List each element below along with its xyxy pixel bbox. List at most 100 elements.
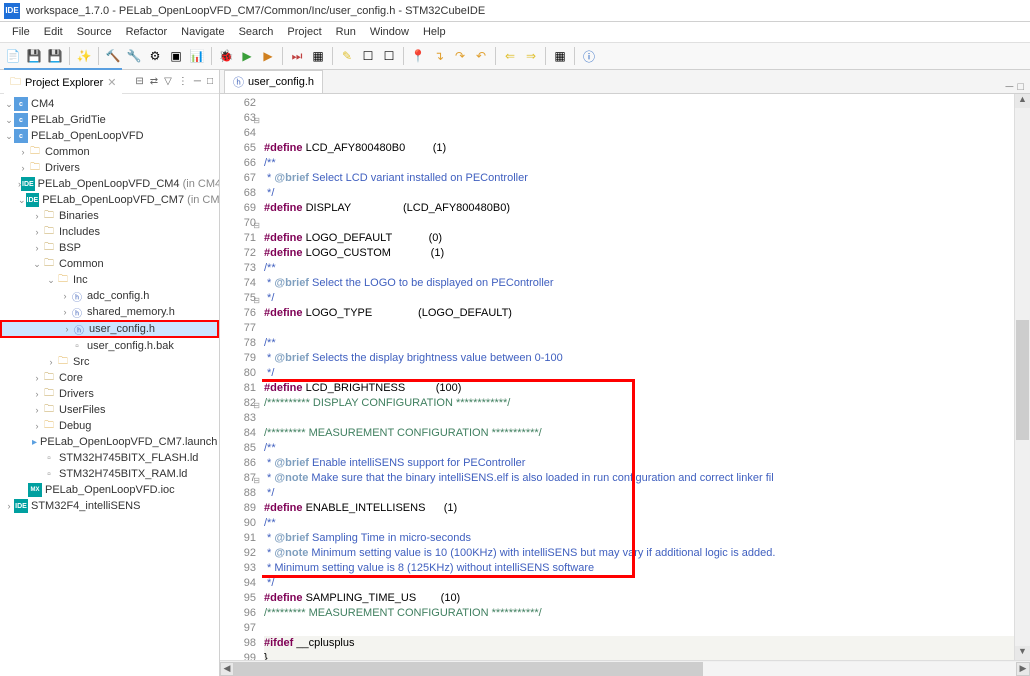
tree-item[interactable]: ▸PELab_OpenLoopVFD_CM7.launch [0, 434, 219, 450]
tree-item[interactable]: ▫STM32H745BITX_RAM.ld [0, 466, 219, 482]
toggle-icon[interactable]: ☐ [359, 47, 377, 65]
tree-twisty-icon[interactable]: ⌄ [4, 99, 14, 110]
hammer-icon[interactable]: 🔨 [104, 47, 122, 65]
tree-twisty-icon[interactable]: › [32, 421, 42, 431]
tree-item[interactable]: ›🗀Src [0, 354, 219, 370]
ext-tools-icon[interactable]: ▶ [259, 47, 277, 65]
fwd-icon[interactable]: ⇒ [522, 47, 540, 65]
scroll-thumb[interactable] [1016, 320, 1029, 440]
tree-twisty-icon[interactable]: ⌄ [4, 131, 14, 142]
tree-twisty-icon[interactable]: ⌄ [32, 259, 42, 270]
tree-item[interactable]: ›ⓗadc_config.h [0, 288, 219, 304]
editor-max-icon[interactable]: □ [1017, 81, 1024, 93]
bug-icon[interactable]: 🐞 [217, 47, 235, 65]
collapse-icon[interactable]: ⊟ [133, 76, 145, 87]
stop-icon[interactable]: ⏭ [288, 47, 306, 65]
tree-item[interactable]: ›🗀Core [0, 370, 219, 386]
toggle2-icon[interactable]: ☐ [380, 47, 398, 65]
tree-item[interactable]: ⌄🗀Common [0, 256, 219, 272]
tree-item[interactable]: ⌄cPELab_OpenLoopVFD [0, 128, 219, 144]
explorer-tab[interactable]: 🗀 Project Explorer ✕ [4, 68, 122, 95]
menu-run[interactable]: Run [330, 24, 362, 40]
menu-edit[interactable]: Edit [38, 24, 69, 40]
pin-icon[interactable]: 📍 [409, 47, 427, 65]
run-icon[interactable]: ▶ [238, 47, 256, 65]
save-icon[interactable]: 💾 [25, 47, 43, 65]
scroll-right-icon[interactable]: ▶ [1016, 662, 1030, 676]
tree-item[interactable]: MXPELab_OpenLoopVFD.ioc [0, 482, 219, 498]
tree-twisty-icon[interactable]: ⌄ [18, 195, 26, 206]
step1-icon[interactable]: ↴ [430, 47, 448, 65]
new-icon[interactable]: 📄 [4, 47, 22, 65]
chip-icon[interactable]: ▣ [167, 47, 185, 65]
tree-item[interactable]: ›🗀Includes [0, 224, 219, 240]
gear-icon[interactable]: ⚙ [146, 47, 164, 65]
tree-twisty-icon[interactable]: › [32, 405, 42, 415]
tree-twisty-icon[interactable]: › [18, 163, 28, 173]
tree-twisty-icon[interactable]: › [62, 324, 72, 334]
tree-item[interactable]: ›🗀Drivers [0, 386, 219, 402]
menu-navigate[interactable]: Navigate [175, 24, 230, 40]
tree-item[interactable]: ›🗀UserFiles [0, 402, 219, 418]
menu-source[interactable]: Source [71, 24, 118, 40]
tree-item[interactable]: ▫STM32H745BITX_FLASH.ld [0, 450, 219, 466]
menu-help[interactable]: Help [417, 24, 452, 40]
tree-twisty-icon[interactable]: › [32, 373, 42, 383]
tree-twisty-icon[interactable]: ⌄ [46, 275, 56, 286]
tree-item[interactable]: ⌄IDEPELab_OpenLoopVFD_CM7 (in CM7) [0, 192, 219, 208]
tree-item[interactable]: ›IDESTM32F4_intelliSENS [0, 498, 219, 514]
tree-twisty-icon[interactable]: › [46, 357, 56, 367]
code-area[interactable]: #define LCD_AFY800480B0 (1)/** * @brief … [262, 94, 1014, 660]
editor-tab-active[interactable]: ⓗ user_config.h [224, 70, 323, 93]
save-all-icon[interactable]: 💾 [46, 47, 64, 65]
menu-search[interactable]: Search [233, 24, 280, 40]
tree-item[interactable]: ›IDEPELab_OpenLoopVFD_CM4 (in CM4) [0, 176, 219, 192]
filter-icon[interactable]: ▽ [162, 76, 174, 87]
menu-file[interactable]: File [6, 24, 36, 40]
tree-item[interactable]: ⌄🗀Inc [0, 272, 219, 288]
tree-twisty-icon[interactable]: › [32, 211, 42, 221]
tree-item[interactable]: ›ⓗuser_config.h [0, 320, 219, 338]
line-gutter[interactable]: 6263⊟64656667686970⊟7172737475⊟767778798… [220, 94, 262, 660]
persp-icon[interactable]: ▦ [551, 47, 569, 65]
scroll-left-icon[interactable]: ◀ [220, 662, 234, 676]
hscroll-thumb[interactable] [234, 662, 703, 676]
tree-item[interactable]: ⌄cPELab_GridTie [0, 112, 219, 128]
link-icon[interactable]: ⇄ [148, 76, 160, 87]
max-icon[interactable]: □ [205, 76, 215, 87]
scroll-up-icon[interactable]: ▲ [1015, 94, 1030, 108]
tree-twisty-icon[interactable]: › [60, 307, 70, 317]
term-icon[interactable]: ▦ [309, 47, 327, 65]
close-icon[interactable]: ✕ [107, 76, 116, 89]
analyze-icon[interactable]: 📊 [188, 47, 206, 65]
min-icon[interactable]: ─ [192, 76, 203, 87]
info-icon[interactable]: ⓘ [580, 47, 598, 65]
build-icon[interactable]: 🔧 [125, 47, 143, 65]
menu-project[interactable]: Project [281, 24, 327, 40]
project-tree[interactable]: ⌄cCM4⌄cPELab_GridTie⌄cPELab_OpenLoopVFD›… [0, 94, 219, 676]
horizontal-scrollbar[interactable]: ◀ ▶ [220, 660, 1030, 676]
tree-item[interactable]: ⌄cCM4 [0, 96, 219, 112]
tree-twisty-icon[interactable]: › [4, 501, 14, 511]
vertical-scrollbar[interactable]: ▲ ▼ [1014, 94, 1030, 660]
step2-icon[interactable]: ↷ [451, 47, 469, 65]
wand-icon[interactable]: ✨ [75, 47, 93, 65]
tree-item[interactable]: ›🗀Common [0, 144, 219, 160]
tree-item[interactable]: ▫user_config.h.bak [0, 338, 219, 354]
menu-icon[interactable]: ⋮ [176, 76, 190, 87]
step3-icon[interactable]: ↶ [472, 47, 490, 65]
tree-item[interactable]: ›ⓗshared_memory.h [0, 304, 219, 320]
tree-twisty-icon[interactable]: ⌄ [4, 115, 14, 126]
marker-icon[interactable]: ✎ [338, 47, 356, 65]
tree-item[interactable]: ›🗀Drivers [0, 160, 219, 176]
menu-refactor[interactable]: Refactor [120, 24, 174, 40]
menu-window[interactable]: Window [364, 24, 415, 40]
tree-twisty-icon[interactable]: › [18, 147, 28, 157]
back-icon[interactable]: ⇐ [501, 47, 519, 65]
tree-twisty-icon[interactable]: › [32, 227, 42, 237]
tree-twisty-icon[interactable]: › [60, 291, 70, 301]
scroll-down-icon[interactable]: ▼ [1015, 646, 1030, 660]
tree-twisty-icon[interactable]: › [32, 243, 42, 253]
editor-min-icon[interactable]: ─ [1006, 81, 1014, 93]
tree-twisty-icon[interactable]: › [32, 389, 42, 399]
